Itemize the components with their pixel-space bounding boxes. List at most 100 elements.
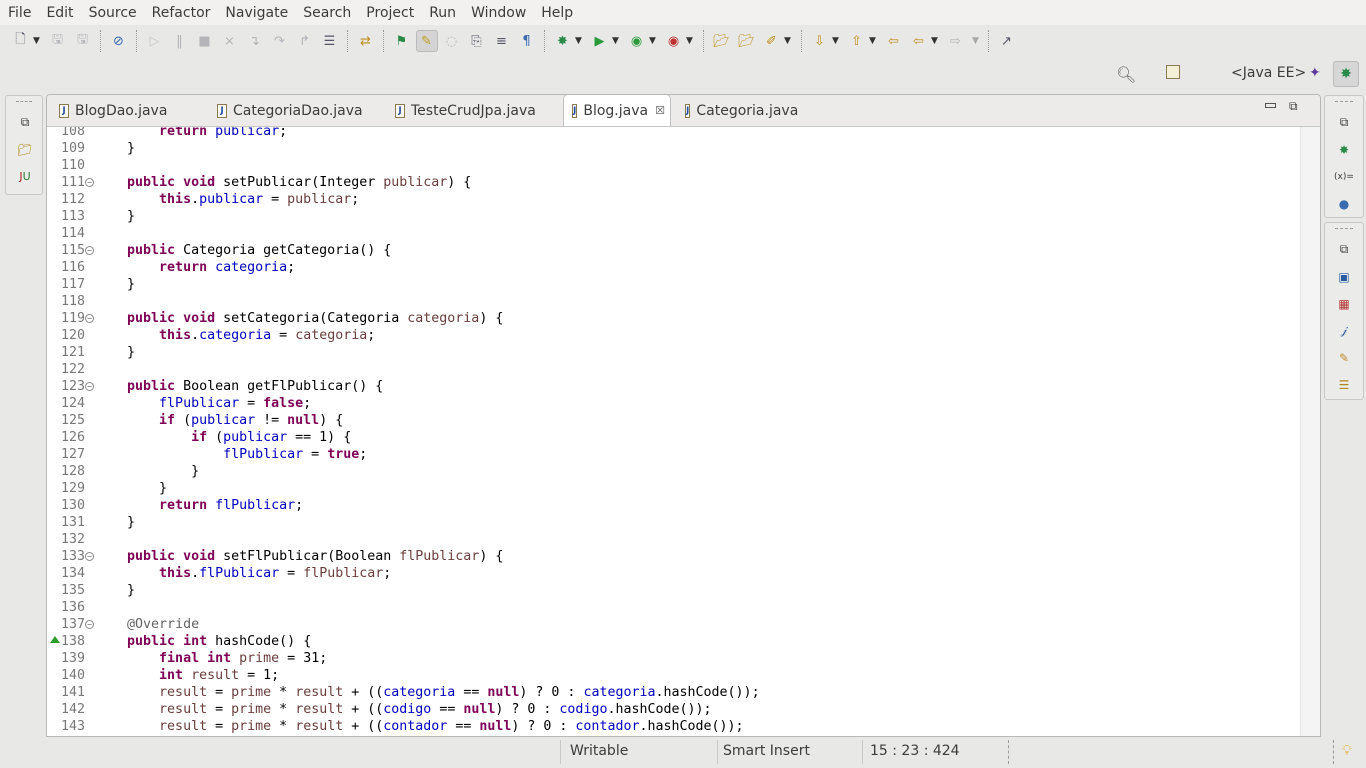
fold-toggle-icon[interactable]: − <box>85 382 94 391</box>
dropdown-arrow-icon[interactable]: ▼ <box>686 36 698 46</box>
variables-icon[interactable]: (x)= <box>1325 163 1363 190</box>
skip-breakpoints-icon[interactable]: ⊘ <box>108 30 130 52</box>
status-cursor-position: 15 : 23 : 424 <box>870 743 960 759</box>
servers-icon[interactable]: ▦ <box>1325 290 1363 317</box>
search-icon[interactable]: ✐ <box>761 30 783 52</box>
override-marker-icon[interactable] <box>50 636 60 643</box>
menu-navigate[interactable]: Navigate <box>217 5 295 21</box>
vertical-scrollbar[interactable] <box>1300 127 1320 736</box>
quick-access-search-icon[interactable]: 🔍︎ <box>1116 65 1136 84</box>
tasks-icon[interactable]: ✎ <box>1325 344 1363 371</box>
field: categoria <box>215 260 288 275</box>
restore-icon[interactable]: ⧉ <box>1325 109 1363 136</box>
close-tab-icon[interactable]: ☒ <box>655 104 665 117</box>
menu-run[interactable]: Run <box>421 5 463 21</box>
tab-testecrudjpa[interactable]: J TesteCrudJpa.java <box>387 95 557 126</box>
back-icon[interactable]: ⇦ <box>908 30 930 52</box>
dropdown-arrow-icon[interactable]: ▼ <box>784 36 796 46</box>
tab-categoriadao[interactable]: J CategoriaDao.java <box>209 95 381 126</box>
open-perspective-icon[interactable] <box>1166 65 1180 79</box>
word-wrap-icon[interactable]: ≡ <box>491 30 513 52</box>
drop-to-frame-icon[interactable]: ☰ <box>319 30 341 52</box>
previous-annotation-icon[interactable]: ⇧ <box>846 30 868 52</box>
minimize-icon[interactable] <box>1265 103 1276 108</box>
run-icon[interactable]: ▶ <box>589 30 611 52</box>
debug-view-icon[interactable]: ✸ <box>1325 136 1363 163</box>
fold-toggle-icon[interactable]: − <box>85 314 94 323</box>
fold-toggle-icon[interactable]: − <box>85 620 94 629</box>
use-step-filters-icon[interactable]: ⇄ <box>355 30 377 52</box>
perspective-java-ee[interactable]: <Java EE> <box>1231 65 1306 81</box>
javadoc-icon[interactable]: 𝒿 <box>1325 317 1363 344</box>
drag-handle[interactable] <box>16 101 32 109</box>
tab-blog[interactable]: J Blog.java ☒ <box>563 95 671 126</box>
menu-file[interactable]: File <box>0 5 38 21</box>
save-all-icon[interactable]: 🖫 <box>72 30 94 52</box>
terminate-icon[interactable]: ■ <box>194 30 216 52</box>
dropdown-arrow-icon[interactable]: ▼ <box>33 36 45 46</box>
tab-categoria[interactable]: J Categoria.java <box>677 95 807 126</box>
new-server-icon[interactable]: ⚑ <box>391 30 413 52</box>
forward-icon[interactable]: ⇨ <box>945 30 967 52</box>
suspend-icon[interactable]: ‖ <box>169 30 191 52</box>
status-divider <box>560 740 561 764</box>
dropdown-arrow-icon[interactable]: ▼ <box>649 36 661 46</box>
project-explorer-icon[interactable]: 📁︎ <box>6 136 44 163</box>
dropdown-arrow-icon[interactable]: ▼ <box>970 30 982 52</box>
tab-blogdao[interactable]: J BlogDao.java <box>51 95 203 126</box>
drag-handle[interactable] <box>1335 101 1353 109</box>
last-edit-icon[interactable]: ⇦ <box>883 30 905 52</box>
step-over-icon[interactable]: ↷ <box>269 30 291 52</box>
code-area[interactable]: 108 return publicar; 109 } 110 111− public … <box>47 127 1302 736</box>
menu-search[interactable]: Search <box>295 5 358 21</box>
fold-toggle-icon[interactable]: − <box>85 552 94 561</box>
open-task-icon[interactable]: 📂︎ <box>736 30 758 52</box>
dropdown-arrow-icon[interactable]: ▼ <box>931 36 943 46</box>
menu-edit[interactable]: Edit <box>38 5 80 21</box>
show-whitespace-icon[interactable]: ¶ <box>516 30 538 52</box>
menu-window[interactable]: Window <box>463 5 533 21</box>
menu-refactor[interactable]: Refactor <box>144 5 218 21</box>
dropdown-arrow-icon[interactable]: ▼ <box>575 36 587 46</box>
open-perspective-icon[interactable]: ↗ <box>996 30 1018 52</box>
line-number: 123 <box>60 379 85 394</box>
status-insert-mode[interactable]: Smart Insert <box>723 743 810 759</box>
dropdown-arrow-icon[interactable]: ▼ <box>869 36 881 46</box>
tip-lightbulb-icon[interactable]: 💡︎ <box>1342 743 1352 759</box>
code-token: ; <box>351 192 360 207</box>
jpa-perspective-icon[interactable]: ✦ <box>1309 65 1321 81</box>
menu-source[interactable]: Source <box>81 5 144 21</box>
debug-perspective-icon[interactable]: ✸ <box>1333 61 1359 87</box>
toggle-breadcrumb-icon[interactable]: ⎘ <box>466 30 488 52</box>
drag-handle[interactable] <box>1335 228 1353 236</box>
junit-icon[interactable]: JU <box>6 163 44 190</box>
restore-icon[interactable]: ⧉ <box>6 109 44 136</box>
next-annotation-icon[interactable]: ⇩ <box>809 30 831 52</box>
mark-occurrences-icon[interactable]: ✎ <box>415 30 438 52</box>
menu-help[interactable]: Help <box>533 5 580 21</box>
fold-toggle-icon[interactable]: − <box>85 246 94 255</box>
debug-icon[interactable]: ✸ <box>552 30 574 52</box>
step-into-icon[interactable]: ↴ <box>244 30 266 52</box>
save-icon[interactable]: 🖫 <box>47 30 69 52</box>
block-selection-icon[interactable]: ◌ <box>441 30 463 52</box>
coverage-icon[interactable]: ◉ <box>626 30 648 52</box>
outline-icon[interactable]: ☰ <box>1325 371 1363 398</box>
console-icon[interactable]: ▣ <box>1325 263 1363 290</box>
disconnect-icon[interactable]: ⨯ <box>219 30 241 52</box>
fold-toggle-icon[interactable]: − <box>85 178 94 187</box>
dropdown-arrow-icon[interactable]: ▼ <box>832 36 844 46</box>
resume-icon[interactable]: ▷ <box>144 30 166 52</box>
breakpoints-icon[interactable]: ● <box>1325 190 1363 217</box>
dropdown-arrow-icon[interactable]: ▼ <box>612 36 624 46</box>
step-return-icon[interactable]: ↱ <box>294 30 316 52</box>
restore-icon[interactable]: ⧉ <box>1325 236 1363 263</box>
maximize-icon[interactable]: ⧉ <box>1289 99 1298 114</box>
menu-project[interactable]: Project <box>358 5 421 21</box>
open-type-icon[interactable]: 📂︎ <box>711 30 733 52</box>
new-icon[interactable]: 🗋 <box>10 30 32 52</box>
external-tools-icon[interactable]: ◉ <box>663 30 685 52</box>
